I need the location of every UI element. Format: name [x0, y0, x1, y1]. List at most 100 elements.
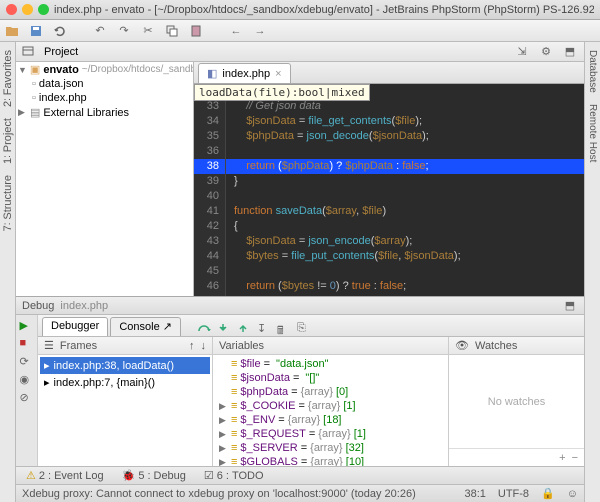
bottom-debug[interactable]: 🐞5: Debug [118, 469, 190, 482]
gear-icon[interactable]: ⚙ [538, 44, 554, 60]
code-line[interactable]: 36 [194, 144, 584, 159]
forward-icon[interactable]: → [252, 23, 268, 39]
code-line[interactable]: 34 $jsonData = file_get_contents($file); [194, 114, 584, 129]
chevron-right-icon[interactable]: ▶ [219, 415, 228, 426]
hide-debug-icon[interactable]: ⬒ [562, 298, 578, 314]
line-number[interactable]: 45 [194, 264, 226, 279]
code-line[interactable]: 42{ [194, 219, 584, 234]
maximize-icon[interactable] [38, 4, 49, 15]
step-out-icon[interactable] [237, 322, 251, 336]
save-icon[interactable] [28, 23, 44, 39]
line-number[interactable]: 40 [194, 189, 226, 204]
code-line[interactable]: 33 // Get json data [194, 99, 584, 114]
variable-row[interactable]: ≡ $file = "data.json" [215, 357, 446, 371]
line-number[interactable]: 47 [194, 294, 226, 296]
variable-row[interactable]: ▶≡ $_SERVER = {array} [32] [215, 441, 446, 455]
step-into-icon[interactable] [217, 322, 231, 336]
prev-frame-icon[interactable]: ↑ [189, 340, 195, 352]
sidetab-project[interactable]: 1: Project [1, 114, 15, 168]
chevron-right-icon[interactable]: ▶ [219, 429, 228, 440]
bottom-event-log[interactable]: ⚠2: Event Log [22, 469, 108, 482]
frames-title: Frames [60, 340, 97, 352]
variable-row[interactable]: ▶≡ $GLOBALS = {array} [10] [215, 455, 446, 466]
restart-icon[interactable]: ⟳ [20, 355, 34, 369]
line-number[interactable]: 36 [194, 144, 226, 159]
line-number[interactable]: 46 [194, 279, 226, 294]
run-to-cursor-icon[interactable]: ↧ [257, 322, 271, 336]
frame-row[interactable]: ▸index.php:7, {main}() [40, 374, 210, 391]
code-line[interactable]: 39} [194, 174, 584, 189]
resume-icon[interactable]: ▶ [20, 319, 34, 333]
back-icon[interactable]: ← [228, 23, 244, 39]
editor-tab[interactable]: ◧ index.php × [198, 63, 291, 83]
line-number[interactable]: 34 [194, 114, 226, 129]
step-over-icon[interactable] [197, 322, 211, 336]
redo-icon[interactable]: ↷ [116, 23, 132, 39]
bottom-todo[interactable]: ☑6: TODO [200, 469, 268, 482]
hide-icon[interactable]: ⬒ [562, 44, 578, 60]
inspector-icon[interactable]: ☺ [567, 488, 578, 500]
minimize-icon[interactable] [22, 4, 33, 15]
code-line[interactable]: 41function saveData($array, $file) [194, 204, 584, 219]
sidetab-remote-host[interactable]: Remote Host [586, 100, 599, 166]
chevron-right-icon[interactable]: ▶ [219, 443, 228, 454]
cut-icon[interactable]: ✂ [140, 23, 156, 39]
code-area[interactable]: 3233 // Get json data34 $jsonData = file… [194, 84, 584, 296]
chevron-right-icon[interactable]: ▶ [18, 107, 27, 118]
undo-icon[interactable]: ↶ [92, 23, 108, 39]
project-tree[interactable]: ▼ ▣ envato ~/Dropbox/htdocs/_sandbox/xde… [16, 62, 194, 296]
code-line[interactable]: 35 $phpData = json_decode($jsonData); [194, 129, 584, 144]
tree-file[interactable]: ▫ index.php [16, 91, 193, 105]
code-line[interactable]: 47} [194, 294, 584, 296]
close-tab-icon[interactable]: × [275, 68, 281, 80]
tree-file[interactable]: ▫ data.json [16, 77, 193, 91]
lock-icon[interactable]: 🔒 [541, 487, 555, 500]
code-line[interactable]: 45 [194, 264, 584, 279]
show-execution-icon[interactable]: ⎘ [297, 322, 311, 336]
tab-debugger[interactable]: Debugger [42, 317, 108, 336]
add-watch-icon[interactable]: + [559, 452, 565, 464]
paste-icon[interactable] [188, 23, 204, 39]
code-line[interactable]: 44 $bytes = file_put_contents($file, $js… [194, 249, 584, 264]
code-line[interactable]: 40 [194, 189, 584, 204]
evaluate-icon[interactable]: 🖩 [277, 322, 291, 336]
code-line[interactable]: 46 return ($bytes != 0) ? true : false; [194, 279, 584, 294]
view-breakpoints-icon[interactable]: ◉ [20, 373, 34, 387]
line-number[interactable]: 39 [194, 174, 226, 189]
mute-breakpoints-icon[interactable]: ⊘ [20, 391, 34, 405]
tab-console[interactable]: Console ↗ [110, 317, 181, 336]
variable-row[interactable]: ≡ $jsonData = "[]" [215, 371, 446, 385]
line-number[interactable]: 35 [194, 129, 226, 144]
copy-icon[interactable] [164, 23, 180, 39]
caret-position[interactable]: 38:1 [464, 488, 485, 500]
variable-row[interactable]: ▶≡ $_REQUEST = {array} [1] [215, 427, 446, 441]
line-number[interactable]: 44 [194, 249, 226, 264]
remove-watch-icon[interactable]: − [572, 452, 578, 464]
variable-row[interactable]: ▶≡ $_COOKIE = {array} [1] [215, 399, 446, 413]
line-number[interactable]: 33 [194, 99, 226, 114]
open-icon[interactable] [4, 23, 20, 39]
refresh-icon[interactable] [52, 23, 68, 39]
tree-external[interactable]: ▶ ▤ External Libraries [16, 105, 193, 120]
sidetab-structure[interactable]: 7: Structure [1, 171, 15, 235]
line-number[interactable]: 42 [194, 219, 226, 234]
next-frame-icon[interactable]: ↓ [201, 340, 207, 352]
code-line[interactable]: 38 return ($phpData) ? $phpData : false; [194, 159, 584, 174]
chevron-down-icon[interactable]: ▼ [18, 65, 27, 75]
line-number[interactable]: 43 [194, 234, 226, 249]
variable-row[interactable]: ≡ $phpData = {array} [0] [215, 385, 446, 399]
variable-row[interactable]: ▶≡ $_ENV = {array} [18] [215, 413, 446, 427]
frame-row[interactable]: ▸index.php:38, loadData() [40, 357, 210, 374]
stop-icon[interactable]: ■ [20, 337, 34, 351]
sidetab-database[interactable]: Database [586, 46, 599, 97]
line-number[interactable]: 41 [194, 204, 226, 219]
collapse-icon[interactable]: ⇲ [514, 44, 530, 60]
chevron-right-icon[interactable]: ▶ [219, 401, 228, 412]
encoding[interactable]: UTF-8 [498, 488, 529, 500]
line-number[interactable]: 38 [194, 159, 226, 174]
tree-root[interactable]: ▼ ▣ envato ~/Dropbox/htdocs/_sandbox/xde… [16, 62, 193, 77]
chevron-right-icon[interactable]: ▶ [219, 457, 228, 467]
code-line[interactable]: 43 $jsonData = json_encode($array); [194, 234, 584, 249]
sidetab-favorites[interactable]: 2: Favorites [1, 46, 15, 111]
close-icon[interactable] [6, 4, 17, 15]
